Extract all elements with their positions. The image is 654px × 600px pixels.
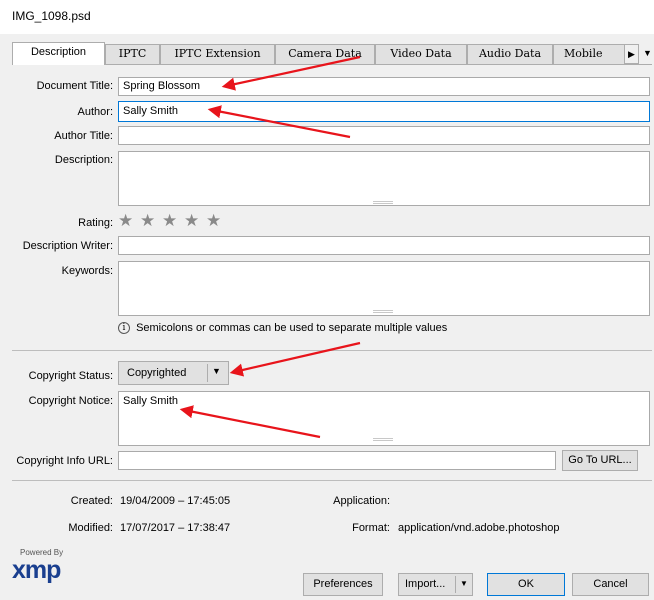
description-field[interactable] — [118, 151, 650, 206]
rating-stars[interactable]: ★ ★ ★ ★ ★ — [118, 212, 238, 232]
window-title: IMG_1098.psd — [12, 9, 91, 23]
copyright-notice-label: Copyright Notice: — [28, 395, 113, 407]
chevron-down-icon: ▼ — [212, 366, 221, 376]
file-info-dialog: Description IPTC IPTC Extension Camera D… — [0, 34, 654, 600]
copyright-url-label: Copyright Info URL: — [16, 455, 113, 467]
chevron-down-icon[interactable]: ▼ — [460, 579, 468, 588]
resize-grip-icon[interactable] — [373, 438, 393, 441]
format-label: Format: — [352, 522, 390, 534]
tab-video-data[interactable]: Video Data — [375, 44, 467, 64]
tab-audio-data[interactable]: Audio Data — [467, 44, 553, 64]
tab-menu-icon[interactable]: ▼ — [640, 44, 654, 64]
xmp-logo: Powered By xmp — [8, 548, 88, 598]
star-icon[interactable]: ★ — [140, 212, 155, 229]
author-label: Author: — [77, 106, 113, 118]
preferences-button[interactable]: Preferences — [303, 573, 383, 596]
go-to-url-button[interactable]: Go To URL... — [562, 450, 638, 471]
keywords-hint-text: Semicolons or commas can be used to sepa… — [136, 322, 448, 335]
tab-mobile-sw[interactable]: Mobile SW — [553, 44, 625, 64]
document-title-label: Document Title: — [36, 80, 113, 92]
star-icon[interactable]: ★ — [206, 212, 221, 229]
created-value: 19/04/2009 – 17:45:05 — [120, 495, 231, 507]
author-field[interactable]: Sally Smith — [118, 101, 650, 122]
copyright-status-dropdown[interactable]: Copyrighted ▼ — [118, 361, 229, 385]
author-title-field[interactable] — [118, 126, 650, 145]
keywords-label: Keywords: — [61, 265, 113, 277]
keywords-field[interactable] — [118, 261, 650, 316]
application-label: Application: — [333, 495, 390, 507]
author-title-label: Author Title: — [54, 130, 113, 142]
copyright-url-field[interactable] — [118, 451, 556, 470]
description-writer-label: Description Writer: — [22, 240, 113, 252]
ok-button[interactable]: OK — [487, 573, 565, 596]
resize-grip-icon[interactable] — [373, 310, 393, 313]
created-label: Created: — [70, 495, 113, 507]
document-title-field[interactable]: Spring Blossom — [118, 77, 650, 96]
cancel-button[interactable]: Cancel — [572, 573, 649, 596]
modified-label: Modified: — [68, 522, 113, 534]
separator — [12, 350, 652, 351]
format-value: application/vnd.adobe.photoshop — [398, 522, 560, 534]
tab-scroll-right-icon[interactable]: ▶ — [624, 44, 639, 64]
star-icon[interactable]: ★ — [162, 212, 177, 229]
tab-iptc[interactable]: IPTC — [105, 44, 160, 64]
keywords-hint: i Semicolons or commas can be used to se… — [118, 322, 447, 338]
tab-description[interactable]: Description — [12, 42, 105, 65]
description-writer-field[interactable] — [118, 236, 650, 255]
xmp-brand: xmp — [12, 556, 61, 584]
import-label: Import... — [405, 578, 446, 590]
info-icon: i — [118, 322, 130, 335]
separator — [12, 480, 652, 481]
rating-label: Rating: — [78, 217, 113, 229]
description-label: Description: — [54, 154, 113, 166]
description-panel: Document Title: Spring Blossom Author: S… — [12, 64, 652, 600]
star-icon[interactable]: ★ — [184, 212, 199, 229]
copyright-status-value: Copyrighted — [127, 367, 187, 379]
copyright-status-label: Copyright Status: — [28, 370, 113, 382]
window-titlebar: IMG_1098.psd — [0, 0, 654, 34]
tab-bar: Description IPTC IPTC Extension Camera D… — [12, 42, 654, 65]
modified-value: 17/07/2017 – 17:38:47 — [120, 522, 231, 534]
resize-grip-icon[interactable] — [373, 201, 393, 204]
import-button[interactable]: Import... ▼ — [398, 573, 473, 596]
tab-iptc-extension[interactable]: IPTC Extension — [160, 44, 275, 64]
tab-camera-data[interactable]: Camera Data — [275, 44, 375, 64]
star-icon[interactable]: ★ — [118, 212, 133, 229]
